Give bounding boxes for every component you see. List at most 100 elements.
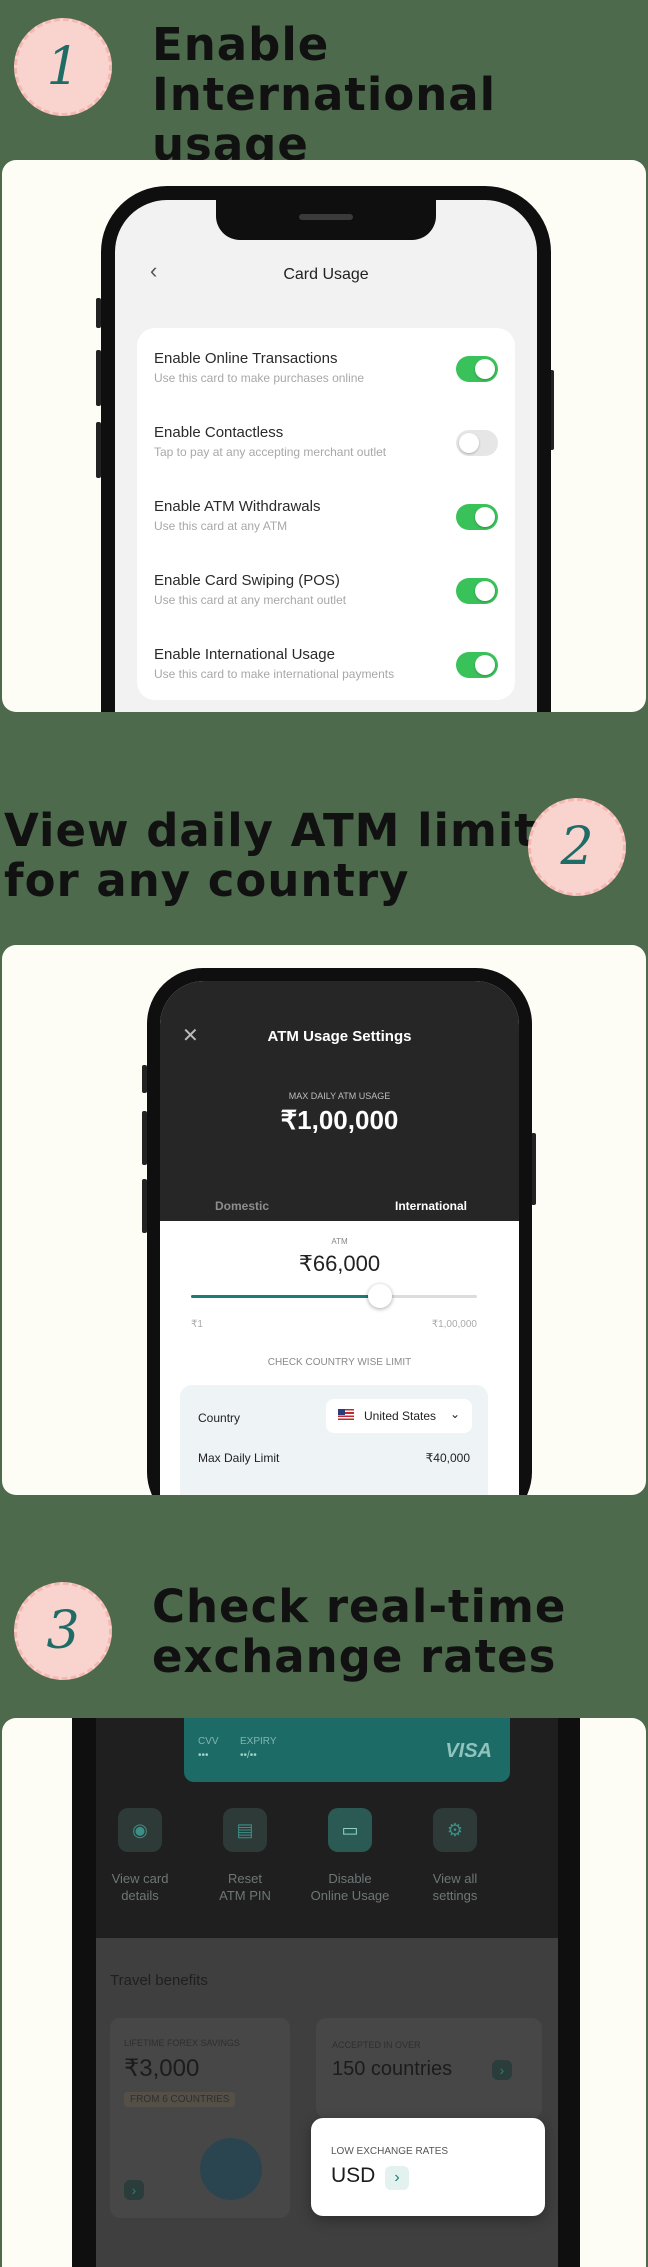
page-title: Card Usage: [283, 266, 369, 283]
slider-track[interactable]: [191, 1284, 477, 1308]
setting-title: Enable Contactless: [154, 424, 284, 441]
settings-card: Enable Online Transactions Use this card …: [137, 328, 515, 700]
setting-title: Enable Online Transactions: [154, 350, 338, 367]
savings-value: ₹3,000: [124, 2055, 200, 2082]
eye-icon[interactable]: ◉: [118, 1808, 162, 1852]
setting-subtitle: Use this card at any ATM: [154, 519, 288, 533]
action-label[interactable]: Disable Online Usage: [305, 1870, 395, 1904]
travel-title: Travel benefits: [110, 1972, 208, 1989]
expiry-label: EXPIRY: [240, 1736, 277, 1747]
action-label[interactable]: View all settings: [410, 1870, 500, 1904]
section-heading-1: Enable International usage: [152, 20, 648, 170]
action-label-line: View card: [111, 1871, 169, 1886]
phone-screen: ‹ Card Usage Enable Online Transactions U…: [115, 200, 537, 712]
tab-domestic[interactable]: Domestic: [215, 1199, 269, 1213]
card-icon[interactable]: ▤: [223, 1808, 267, 1852]
slider-min-label: ₹1: [191, 1319, 203, 1330]
setting-subtitle: Tap to pay at any accepting merchant out…: [154, 445, 387, 459]
setting-subtitle: Use this card at any merchant outlet: [154, 593, 347, 607]
page-title: ATM Usage Settings: [267, 1028, 412, 1045]
atm-label: ATM: [331, 1237, 348, 1246]
exchange-rates-card[interactable]: LOW EXCHANGE RATES USD ›: [311, 2118, 545, 2216]
tab-international[interactable]: International: [395, 1199, 467, 1213]
toggle-switch[interactable]: [456, 504, 498, 530]
setting-subtitle: Use this card to make international paym…: [154, 667, 395, 681]
action-label[interactable]: View card details: [96, 1870, 185, 1904]
toggle-knob: [475, 359, 495, 379]
setting-row: Enable Card Swiping (POS) Use this card a…: [154, 572, 498, 632]
cvv-value: •••: [198, 1750, 209, 1761]
rates-value: USD: [331, 2164, 376, 2187]
phone-notch: [216, 200, 436, 240]
expiry-value: ••/••: [240, 1750, 257, 1761]
country-card: Country United States ⌄ Max Daily Limit …: [180, 1385, 488, 1495]
toggle-switch[interactable]: [456, 356, 498, 382]
heading-line: for any country: [4, 854, 410, 907]
rates-label: LOW EXCHANGE RATES: [331, 2146, 449, 2157]
screenshot-panel-2: ✕ ATM Usage Settings MAX DAILY ATM USAGE…: [2, 945, 646, 1495]
visa-logo: VISA: [445, 1740, 492, 1762]
slider-max-label: ₹1,00,000: [431, 1319, 477, 1330]
savings-label: LIFETIME FOREX SAVINGS: [124, 2038, 240, 2048]
screenshot-panel-3: CVV ••• EXPIRY ••/•• VISA ◉ View card deta…: [2, 1718, 646, 2267]
phone-speaker: [299, 214, 353, 220]
phone-frame: ✕ ATM Usage Settings MAX DAILY ATM USAGE…: [147, 968, 532, 1495]
action-label-line: ATM PIN: [219, 1888, 271, 1903]
step-badge-2: 2: [528, 798, 626, 896]
country-value: United States: [364, 1409, 437, 1423]
heading-line: Enable International: [152, 18, 497, 121]
savings-card: LIFETIME FOREX SAVINGS ₹3,000 FROM 6 COU…: [110, 2018, 290, 2218]
toggle-switch[interactable]: [456, 578, 498, 604]
action-label[interactable]: Reset ATM PIN: [200, 1870, 290, 1904]
step-badge-1: 1: [14, 18, 112, 116]
action-label-line: Reset: [228, 1871, 262, 1886]
travel-section: Travel benefits LIFETIME FOREX SAVINGS ₹…: [96, 1938, 558, 2267]
setting-row: Enable ATM Withdrawals Use this card at a…: [154, 498, 498, 558]
toggle-switch[interactable]: [456, 652, 498, 678]
action-label-line: details: [121, 1888, 159, 1903]
slider-fill: [191, 1295, 380, 1298]
atm-header: [160, 981, 519, 1221]
phone-screen: ✕ ATM Usage Settings MAX DAILY ATM USAGE…: [160, 981, 519, 1495]
setting-row: Enable International Usage Use this card …: [154, 646, 498, 706]
limit-label: Max Daily Limit: [198, 1451, 280, 1465]
accepted-label: ACCEPTED IN OVER: [332, 2040, 421, 2050]
setting-title: Enable ATM Withdrawals: [154, 498, 321, 515]
limit-value: ₹40,000: [425, 1451, 470, 1465]
heading-line: Check real-time: [152, 1580, 567, 1633]
action-label-line: Disable: [328, 1871, 372, 1886]
toggle-knob: [459, 433, 479, 453]
setting-title: Enable Card Swiping (POS): [154, 572, 340, 589]
chevron-down-icon: ⌄: [449, 1407, 460, 1421]
country-select[interactable]: United States ⌄: [326, 1399, 472, 1433]
max-usage-value: ₹1,00,000: [280, 1105, 399, 1135]
cvv-label: CVV: [198, 1736, 219, 1747]
setting-row: Enable Contactless Tap to pay at any acce…: [154, 424, 498, 484]
section-heading-3: Check real-time exchange rates: [152, 1582, 566, 1682]
heading-line: View daily ATM limits: [4, 804, 565, 857]
action-label-line: View all: [432, 1871, 478, 1886]
chevron-right-icon[interactable]: ›: [492, 2060, 512, 2080]
us-flag-icon: [338, 1409, 354, 1420]
toggle-switch[interactable]: [456, 430, 498, 456]
check-country-label: CHECK COUNTRY WISE LIMIT: [267, 1357, 412, 1368]
country-label: Country: [198, 1411, 241, 1425]
gear-icon[interactable]: ⚙: [433, 1808, 477, 1852]
laptop-icon[interactable]: ▭: [328, 1808, 372, 1852]
chevron-right-icon[interactable]: ›: [124, 2180, 144, 2200]
toggle-knob: [475, 581, 495, 601]
slider-handle[interactable]: [367, 1284, 392, 1308]
savings-badge: FROM 6 COUNTRIES: [124, 2092, 236, 2107]
action-label-line: Online Usage: [310, 1888, 390, 1903]
section-heading-2: View daily ATM limits for any country: [4, 806, 565, 906]
setting-subtitle: Use this card to make purchases online: [154, 371, 365, 385]
toggle-knob: [475, 655, 495, 675]
step-badge-3: 3: [14, 1582, 112, 1680]
accepted-value: 150 countries: [332, 2058, 453, 2080]
card-graphic: CVV ••• EXPIRY ••/•• VISA: [184, 1718, 510, 1782]
chevron-right-icon[interactable]: ›: [385, 2166, 409, 2190]
atm-value: ₹66,000: [298, 1251, 381, 1276]
setting-row: Enable Online Transactions Use this card …: [154, 350, 498, 410]
heading-line: exchange rates: [152, 1630, 557, 1683]
phone-frame: ‹ Card Usage Enable Online Transactions U…: [101, 186, 551, 712]
